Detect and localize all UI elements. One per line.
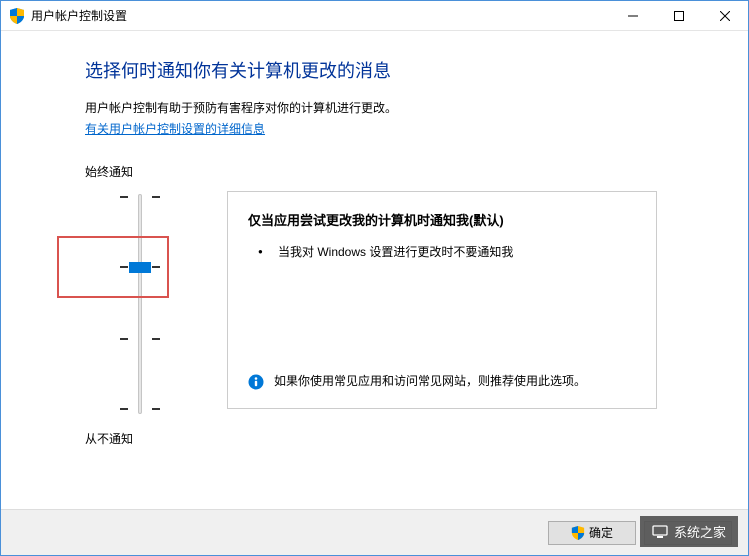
slider-track — [138, 194, 142, 414]
info-panel: 仅当应用尝试更改我的计算机时通知我(默认) 当我对 Windows 设置进行更改… — [227, 191, 657, 409]
titlebar: 用户帐户控制设置 — [1, 1, 748, 31]
window-controls — [610, 1, 748, 30]
monitor-icon — [652, 525, 668, 539]
watermark: 系统之家 — [640, 516, 738, 547]
slider-tick — [120, 408, 160, 410]
recommendation-text: 如果你使用常见应用和访问常见网站，则推荐使用此选项。 — [274, 372, 586, 390]
more-info-link[interactable]: 有关用户帐户控制设置的详细信息 — [85, 122, 265, 136]
slider-tick — [120, 338, 160, 340]
shield-icon — [9, 8, 25, 24]
slider-area: 始终通知 从不通知 仅当应用尝试更改我的计算机时通知我(默认) 当我对 Wind… — [85, 163, 708, 447]
content-area: 选择何时通知你有关计算机更改的消息 用户帐户控制有助于预防有害程序对你的计算机进… — [1, 31, 748, 447]
slider-column: 始终通知 从不通知 — [85, 163, 195, 447]
shield-icon — [571, 526, 585, 540]
button-bar: 确定 取消 — [1, 509, 748, 555]
window-title: 用户帐户控制设置 — [31, 7, 610, 24]
info-bullet-item: 当我对 Windows 设置进行更改时不要通知我 — [258, 243, 636, 262]
description-text: 用户帐户控制有助于预防有害程序对你的计算机进行更改。 — [85, 99, 708, 116]
ok-button-label: 确定 — [589, 524, 613, 541]
maximize-button[interactable] — [656, 1, 702, 30]
info-bullet-list: 当我对 Windows 设置进行更改时不要通知我 — [248, 243, 636, 262]
watermark-text: 系统之家 — [674, 522, 726, 541]
ok-button[interactable]: 确定 — [548, 521, 636, 545]
page-heading: 选择何时通知你有关计算机更改的消息 — [85, 57, 708, 83]
slider-label-never: 从不通知 — [85, 430, 195, 447]
info-icon — [248, 374, 264, 390]
minimize-button[interactable] — [610, 1, 656, 30]
slider-label-always: 始终通知 — [85, 163, 195, 180]
uac-slider[interactable] — [85, 194, 195, 414]
close-button[interactable] — [702, 1, 748, 30]
info-panel-header: 仅当应用尝试更改我的计算机时通知我(默认) — [248, 210, 636, 229]
slider-tick — [120, 196, 160, 198]
info-footer: 如果你使用常见应用和访问常见网站，则推荐使用此选项。 — [248, 372, 636, 390]
slider-thumb[interactable] — [129, 262, 151, 273]
